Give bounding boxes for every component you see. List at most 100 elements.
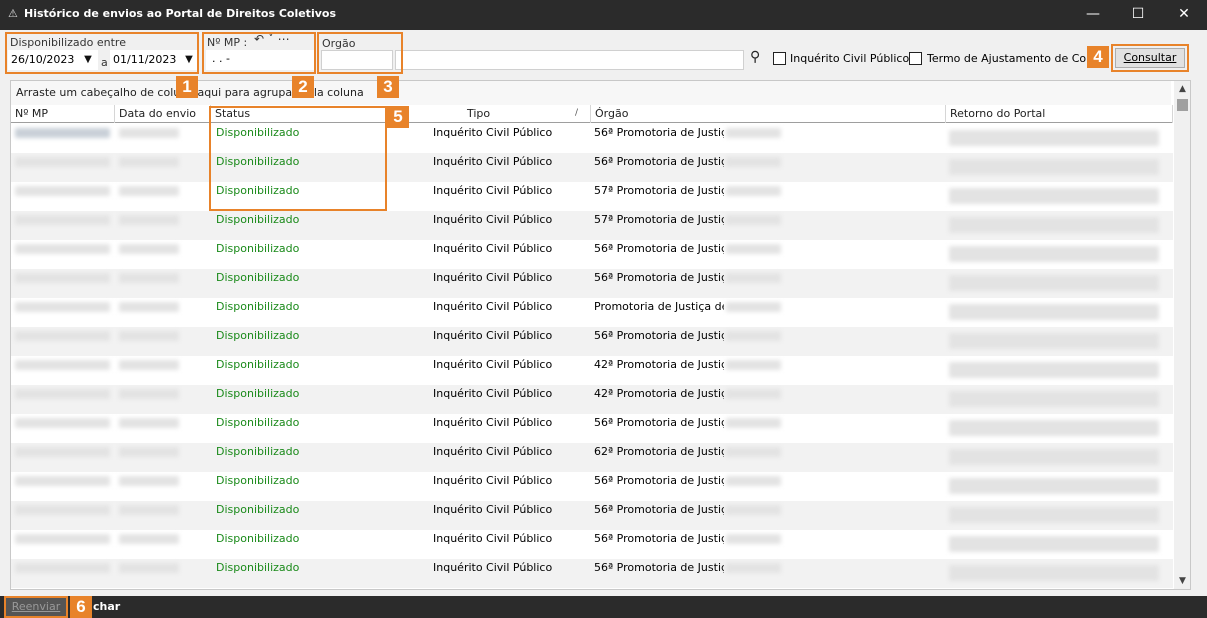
- status-cell: Disponibilizado: [216, 271, 300, 284]
- app-window: ⚠ Histórico de envios ao Portal de Direi…: [0, 0, 1207, 618]
- redacted-date: [119, 331, 179, 341]
- orgao-cell: 56ª Promotoria de Justiça: [594, 329, 724, 342]
- orgao-cell: 56ª Promotoria de Justiça: [594, 271, 724, 284]
- tipo-cell: Inquérito Civil Público: [433, 503, 553, 516]
- table-row[interactable]: Disponibilizado Inquérito Civil Público 62…: [11, 443, 1173, 472]
- redacted-date: [119, 302, 179, 312]
- redacted-date: [119, 418, 179, 428]
- table-row[interactable]: Disponibilizado Inquérito Civil Público 56…: [11, 269, 1173, 298]
- scroll-thumb[interactable]: [1177, 99, 1188, 111]
- orgao-cell: 42ª Promotoria de Justiça: [594, 387, 724, 400]
- tipo-cell: Inquérito Civil Público: [433, 213, 553, 226]
- inquerito-checkbox[interactable]: [773, 52, 786, 65]
- redacted-mp: [15, 215, 110, 225]
- redacted-orgao: [726, 273, 781, 283]
- bottom-bar: Reenviar 6 char: [0, 596, 1207, 618]
- redacted-date: [119, 447, 179, 457]
- status-cell: Disponibilizado: [216, 503, 300, 516]
- callout-1-box: [5, 32, 199, 74]
- col-header-nmp[interactable]: Nº MP: [11, 105, 115, 123]
- table-row[interactable]: Disponibilizado Inquérito Civil Público Pr…: [11, 298, 1173, 327]
- callout-3-badge: 3: [377, 76, 399, 98]
- table-row[interactable]: Disponibilizado Inquérito Civil Público 57…: [11, 211, 1173, 240]
- table-row[interactable]: Disponibilizado Inquérito Civil Público 42…: [11, 356, 1173, 385]
- redacted-retorno: [949, 130, 1159, 146]
- redacted-retorno: [949, 420, 1159, 436]
- redacted-orgao: [726, 302, 781, 312]
- col-header-retorno[interactable]: Retorno do Portal: [946, 105, 1173, 123]
- redacted-retorno: [949, 159, 1159, 175]
- redacted-orgao: [726, 563, 781, 573]
- redacted-date: [119, 563, 179, 573]
- termo-checkbox-label[interactable]: Termo de Ajustamento de Cond: [927, 52, 1087, 65]
- callout-2-box: [202, 32, 316, 74]
- tipo-cell: Inquérito Civil Público: [433, 155, 553, 168]
- redacted-retorno: [949, 536, 1159, 552]
- redacted-orgao: [726, 244, 781, 254]
- grid-header: Nº MP Data do envio Status Tipo / Órgão …: [11, 105, 1173, 123]
- redacted-retorno: [949, 449, 1159, 465]
- orgao-cell: Promotoria de Justiça de: [594, 300, 724, 313]
- table-row[interactable]: Disponibilizado Inquérito Civil Público 56…: [11, 501, 1173, 530]
- table-row[interactable]: Disponibilizado Inquérito Civil Público 56…: [11, 530, 1173, 559]
- redacted-orgao: [726, 389, 781, 399]
- orgao-cell: 56ª Promotoria de Justiça: [594, 155, 724, 168]
- maximize-button[interactable]: ☐: [1115, 0, 1161, 30]
- status-cell: Disponibilizado: [216, 416, 300, 429]
- scroll-up-icon[interactable]: ▲: [1174, 81, 1190, 97]
- close-button[interactable]: ✕: [1161, 0, 1207, 30]
- table-row[interactable]: Disponibilizado Inquérito Civil Público 56…: [11, 559, 1173, 588]
- redacted-orgao: [726, 157, 781, 167]
- redacted-mp: [15, 505, 110, 515]
- fechar-button[interactable]: char: [93, 600, 120, 613]
- orgao-cell: 56ª Promotoria de Justiça: [594, 416, 724, 429]
- tipo-cell: Inquérito Civil Público: [433, 532, 553, 545]
- col-header-data[interactable]: Data do envio: [115, 105, 211, 123]
- redacted-mp: [15, 331, 110, 341]
- redacted-date: [119, 360, 179, 370]
- redacted-mp: [15, 273, 110, 283]
- inquerito-checkbox-label[interactable]: Inquérito Civil Público: [790, 52, 909, 65]
- redacted-retorno: [949, 478, 1159, 494]
- table-row[interactable]: Disponibilizado Inquérito Civil Público 56…: [11, 414, 1173, 443]
- redacted-retorno: [949, 333, 1159, 349]
- app-icon: ⚠: [8, 7, 18, 20]
- redacted-retorno: [949, 246, 1159, 262]
- table-row[interactable]: Disponibilizado Inquérito Civil Público 56…: [11, 153, 1173, 182]
- table-row[interactable]: Disponibilizado Inquérito Civil Público 56…: [11, 124, 1173, 153]
- orgao-cell: 56ª Promotoria de Justiça: [594, 126, 724, 139]
- orgao-cell: 42ª Promotoria de Justiça: [594, 358, 724, 371]
- col-header-tipo[interactable]: Tipo: [431, 105, 591, 123]
- orgao-cell: 56ª Promotoria de Justiça: [594, 242, 724, 255]
- col-header-orgao[interactable]: Órgão: [591, 105, 946, 123]
- redacted-orgao: [726, 128, 781, 138]
- scroll-down-icon[interactable]: ▼: [1174, 573, 1190, 589]
- table-row[interactable]: Disponibilizado Inquérito Civil Público 56…: [11, 472, 1173, 501]
- table-row[interactable]: Disponibilizado Inquérito Civil Público 42…: [11, 385, 1173, 414]
- search-icon[interactable]: ⚲: [750, 49, 760, 65]
- redacted-retorno: [949, 304, 1159, 320]
- redacted-mp: [15, 418, 110, 428]
- redacted-orgao: [726, 215, 781, 225]
- table-row[interactable]: Disponibilizado Inquérito Civil Público 56…: [11, 240, 1173, 269]
- redacted-date: [119, 215, 179, 225]
- minimize-button[interactable]: —: [1070, 0, 1116, 30]
- redacted-mp: [15, 447, 110, 457]
- redacted-date: [119, 244, 179, 254]
- status-cell: Disponibilizado: [216, 242, 300, 255]
- table-row[interactable]: Disponibilizado Inquérito Civil Público 56…: [11, 327, 1173, 356]
- orgao-cell: 56ª Promotoria de Justiça: [594, 503, 724, 516]
- orgao-name-input[interactable]: [395, 50, 744, 70]
- tipo-cell: Inquérito Civil Público: [433, 387, 553, 400]
- orgao-cell: 56ª Promotoria de Justiça: [594, 561, 724, 574]
- status-cell: Disponibilizado: [216, 445, 300, 458]
- status-cell: Disponibilizado: [216, 561, 300, 574]
- redacted-mp: [15, 244, 110, 254]
- vertical-scrollbar[interactable]: ▲ ▼: [1174, 81, 1190, 589]
- table-row[interactable]: Disponibilizado Inquérito Civil Público 57…: [11, 182, 1173, 211]
- redacted-date: [119, 476, 179, 486]
- grid-rows: Disponibilizado Inquérito Civil Público 56…: [11, 124, 1173, 588]
- redacted-date: [119, 505, 179, 515]
- termo-checkbox[interactable]: [909, 52, 922, 65]
- redacted-mp: [15, 563, 110, 573]
